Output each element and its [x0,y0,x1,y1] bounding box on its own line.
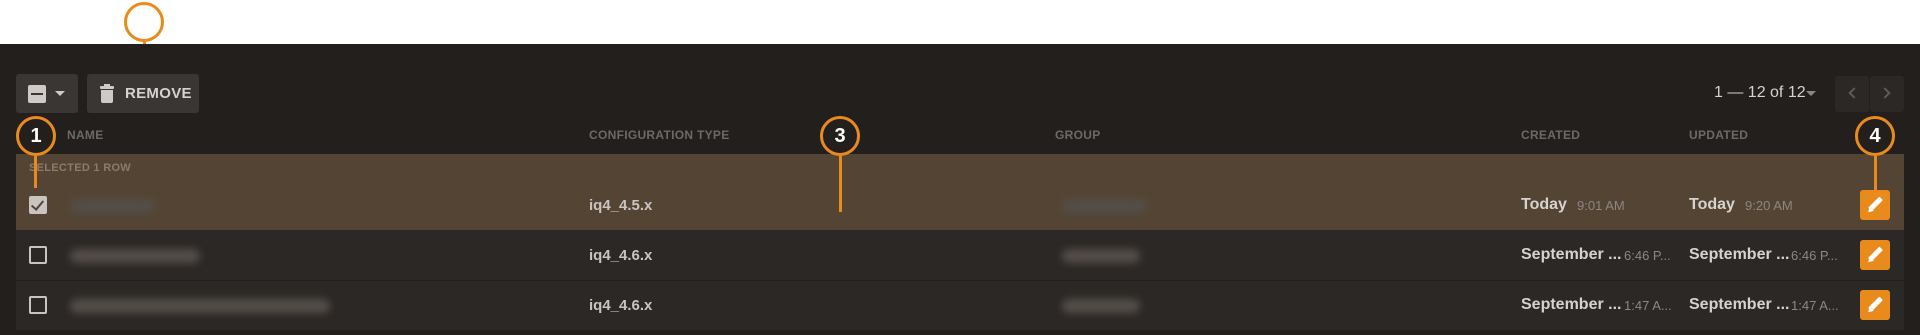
edit-button[interactable] [1860,290,1890,320]
redacted-name [70,249,200,263]
created-date: September ... [1521,296,1622,313]
callout-1: 1 [16,116,56,156]
row-checkbox[interactable] [29,246,47,264]
remove-button-label: REMOVE [125,85,192,102]
updated-time: 9:20 AM [1745,198,1793,213]
caret-down-icon[interactable] [1806,91,1816,96]
created-date: September ... [1521,246,1622,263]
created-time: 1:47 A... [1624,298,1672,313]
callout-leader [1874,156,1877,190]
callout-4: 4 [1855,116,1895,156]
table-row-selected[interactable] [16,154,1904,230]
edit-button[interactable] [1860,240,1890,270]
previous-page-button[interactable] [1835,76,1869,112]
row-checkbox[interactable] [29,296,47,314]
caret-down-icon [55,91,65,96]
callout-3: 3 [820,116,860,156]
column-header-configuration-type[interactable]: CONFIGURATION TYPE [589,128,730,142]
created-time: 9:01 AM [1577,198,1625,213]
remove-button[interactable]: REMOVE [87,74,199,113]
pagination-range[interactable]: 1 — 12 of 12 [1714,84,1806,102]
row-checkbox[interactable] [29,196,47,214]
column-header-group[interactable]: GROUP [1055,128,1101,142]
redacted-name [70,299,330,313]
callout-leader [34,156,37,188]
updated-time: 1:47 A... [1791,298,1839,313]
configuration-type-cell: iq4_4.5.x [589,197,653,214]
column-header-name[interactable]: NAME [67,128,104,142]
select-menu-button[interactable] [16,74,78,113]
column-header-created[interactable]: CREATED [1521,128,1580,142]
next-page-button[interactable] [1870,76,1904,112]
redacted-name [70,199,155,213]
updated-date: September ... [1689,296,1790,313]
trash-icon [100,83,114,103]
callout-leader [839,156,842,212]
selection-count-label: SELECTED 1 ROW [29,162,131,174]
updated-date: Today [1689,196,1735,213]
column-header-updated[interactable]: UPDATED [1689,128,1748,142]
chevron-left-icon [1848,87,1860,99]
redacted-group [1062,199,1147,213]
redacted-group [1062,299,1140,313]
checkbox-indeterminate-icon [28,84,46,103]
configuration-type-cell: iq4_4.6.x [589,247,653,264]
configuration-type-cell: iq4_4.6.x [589,297,653,314]
callout-marker-empty [124,2,164,42]
redacted-group [1062,249,1140,263]
updated-date: September ... [1689,246,1790,263]
created-time: 6:46 P... [1624,248,1671,263]
updated-time: 6:46 P... [1791,248,1838,263]
chevron-right-icon [1879,87,1891,99]
created-date: Today [1521,196,1567,213]
edit-button[interactable] [1860,190,1890,220]
